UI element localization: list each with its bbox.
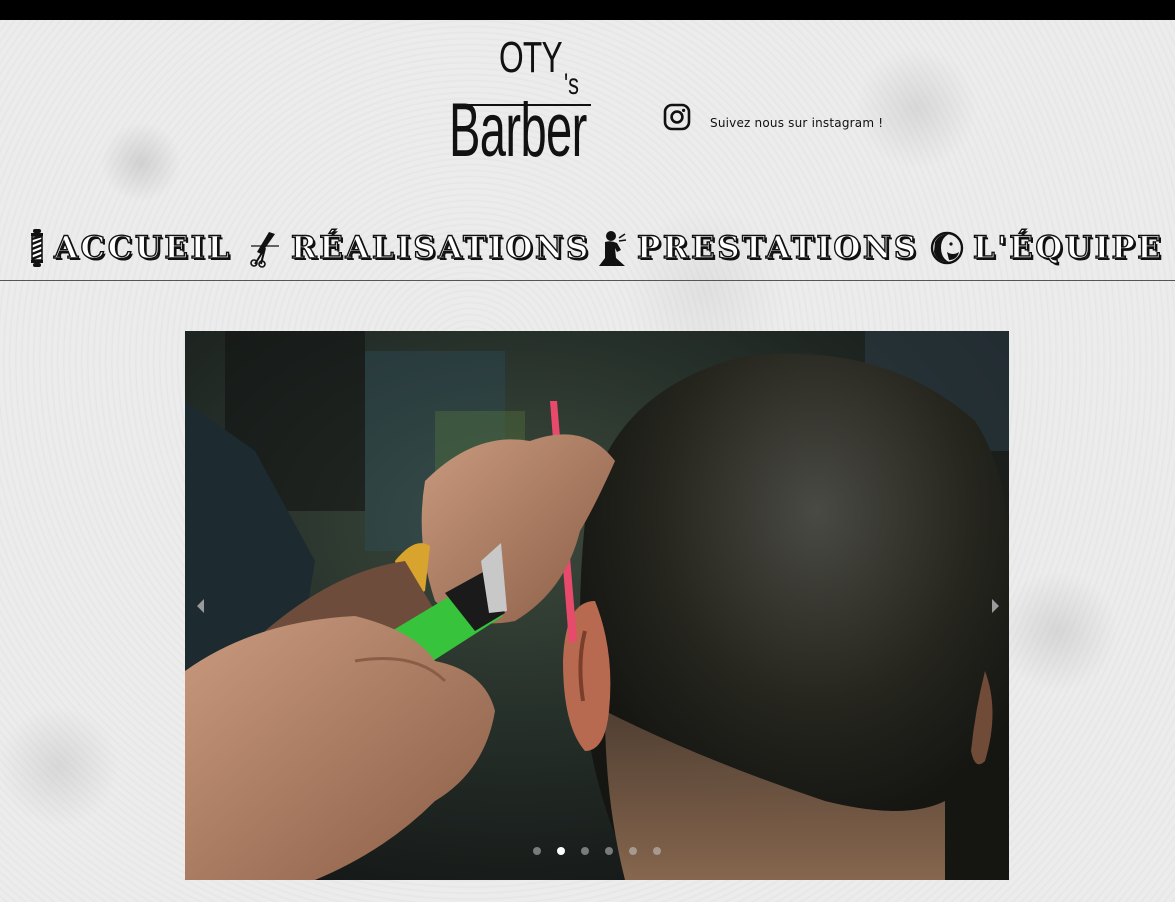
- nav-item-prestations[interactable]: PRESTATIONS: [597, 226, 919, 270]
- nav-label: PRESTATIONS: [636, 229, 919, 266]
- nav-item-realisations[interactable]: RÉALISATIONS: [245, 226, 591, 270]
- logo-line1: OTY: [499, 33, 563, 82]
- instagram-link-text[interactable]: Suivez nous sur instagram !: [710, 116, 883, 130]
- main-navigation: ACCUEIL RÉALISATIONS PRESTATIONS L'ÉQUIP…: [0, 218, 1175, 281]
- chevron-left-icon[interactable]: [194, 597, 208, 615]
- slide-dot[interactable]: [629, 847, 637, 855]
- nav-label: RÉALISATIONS: [290, 229, 591, 266]
- site-logo[interactable]: OTY 's Barber: [449, 33, 595, 173]
- barber-silhouette-icon: [599, 231, 627, 266]
- instagram-icon[interactable]: [663, 103, 691, 131]
- nav-label: ACCUEIL: [53, 229, 232, 266]
- slide-dot[interactable]: [557, 847, 565, 855]
- hero-slideshow[interactable]: [185, 331, 1009, 880]
- slideshow-dots: [185, 847, 1009, 855]
- logo-line2: Barber: [449, 88, 587, 173]
- nav-label: L'ÉQUIPE: [972, 229, 1164, 266]
- barber-pole-icon: [31, 229, 43, 267]
- chevron-right-icon[interactable]: [988, 597, 1002, 615]
- scissors-comb-icon: [250, 232, 279, 268]
- slide-dot[interactable]: [533, 847, 541, 855]
- nav-item-accueil[interactable]: ACCUEIL: [28, 226, 232, 270]
- top-bar: [0, 0, 1175, 20]
- team-face-icon: [930, 231, 964, 265]
- barber-cutting-hair-photo: [185, 331, 1009, 880]
- slide-dot[interactable]: [605, 847, 613, 855]
- slide-dot[interactable]: [581, 847, 589, 855]
- slide-dot[interactable]: [653, 847, 661, 855]
- nav-item-equipe[interactable]: L'ÉQUIPE: [929, 226, 1163, 270]
